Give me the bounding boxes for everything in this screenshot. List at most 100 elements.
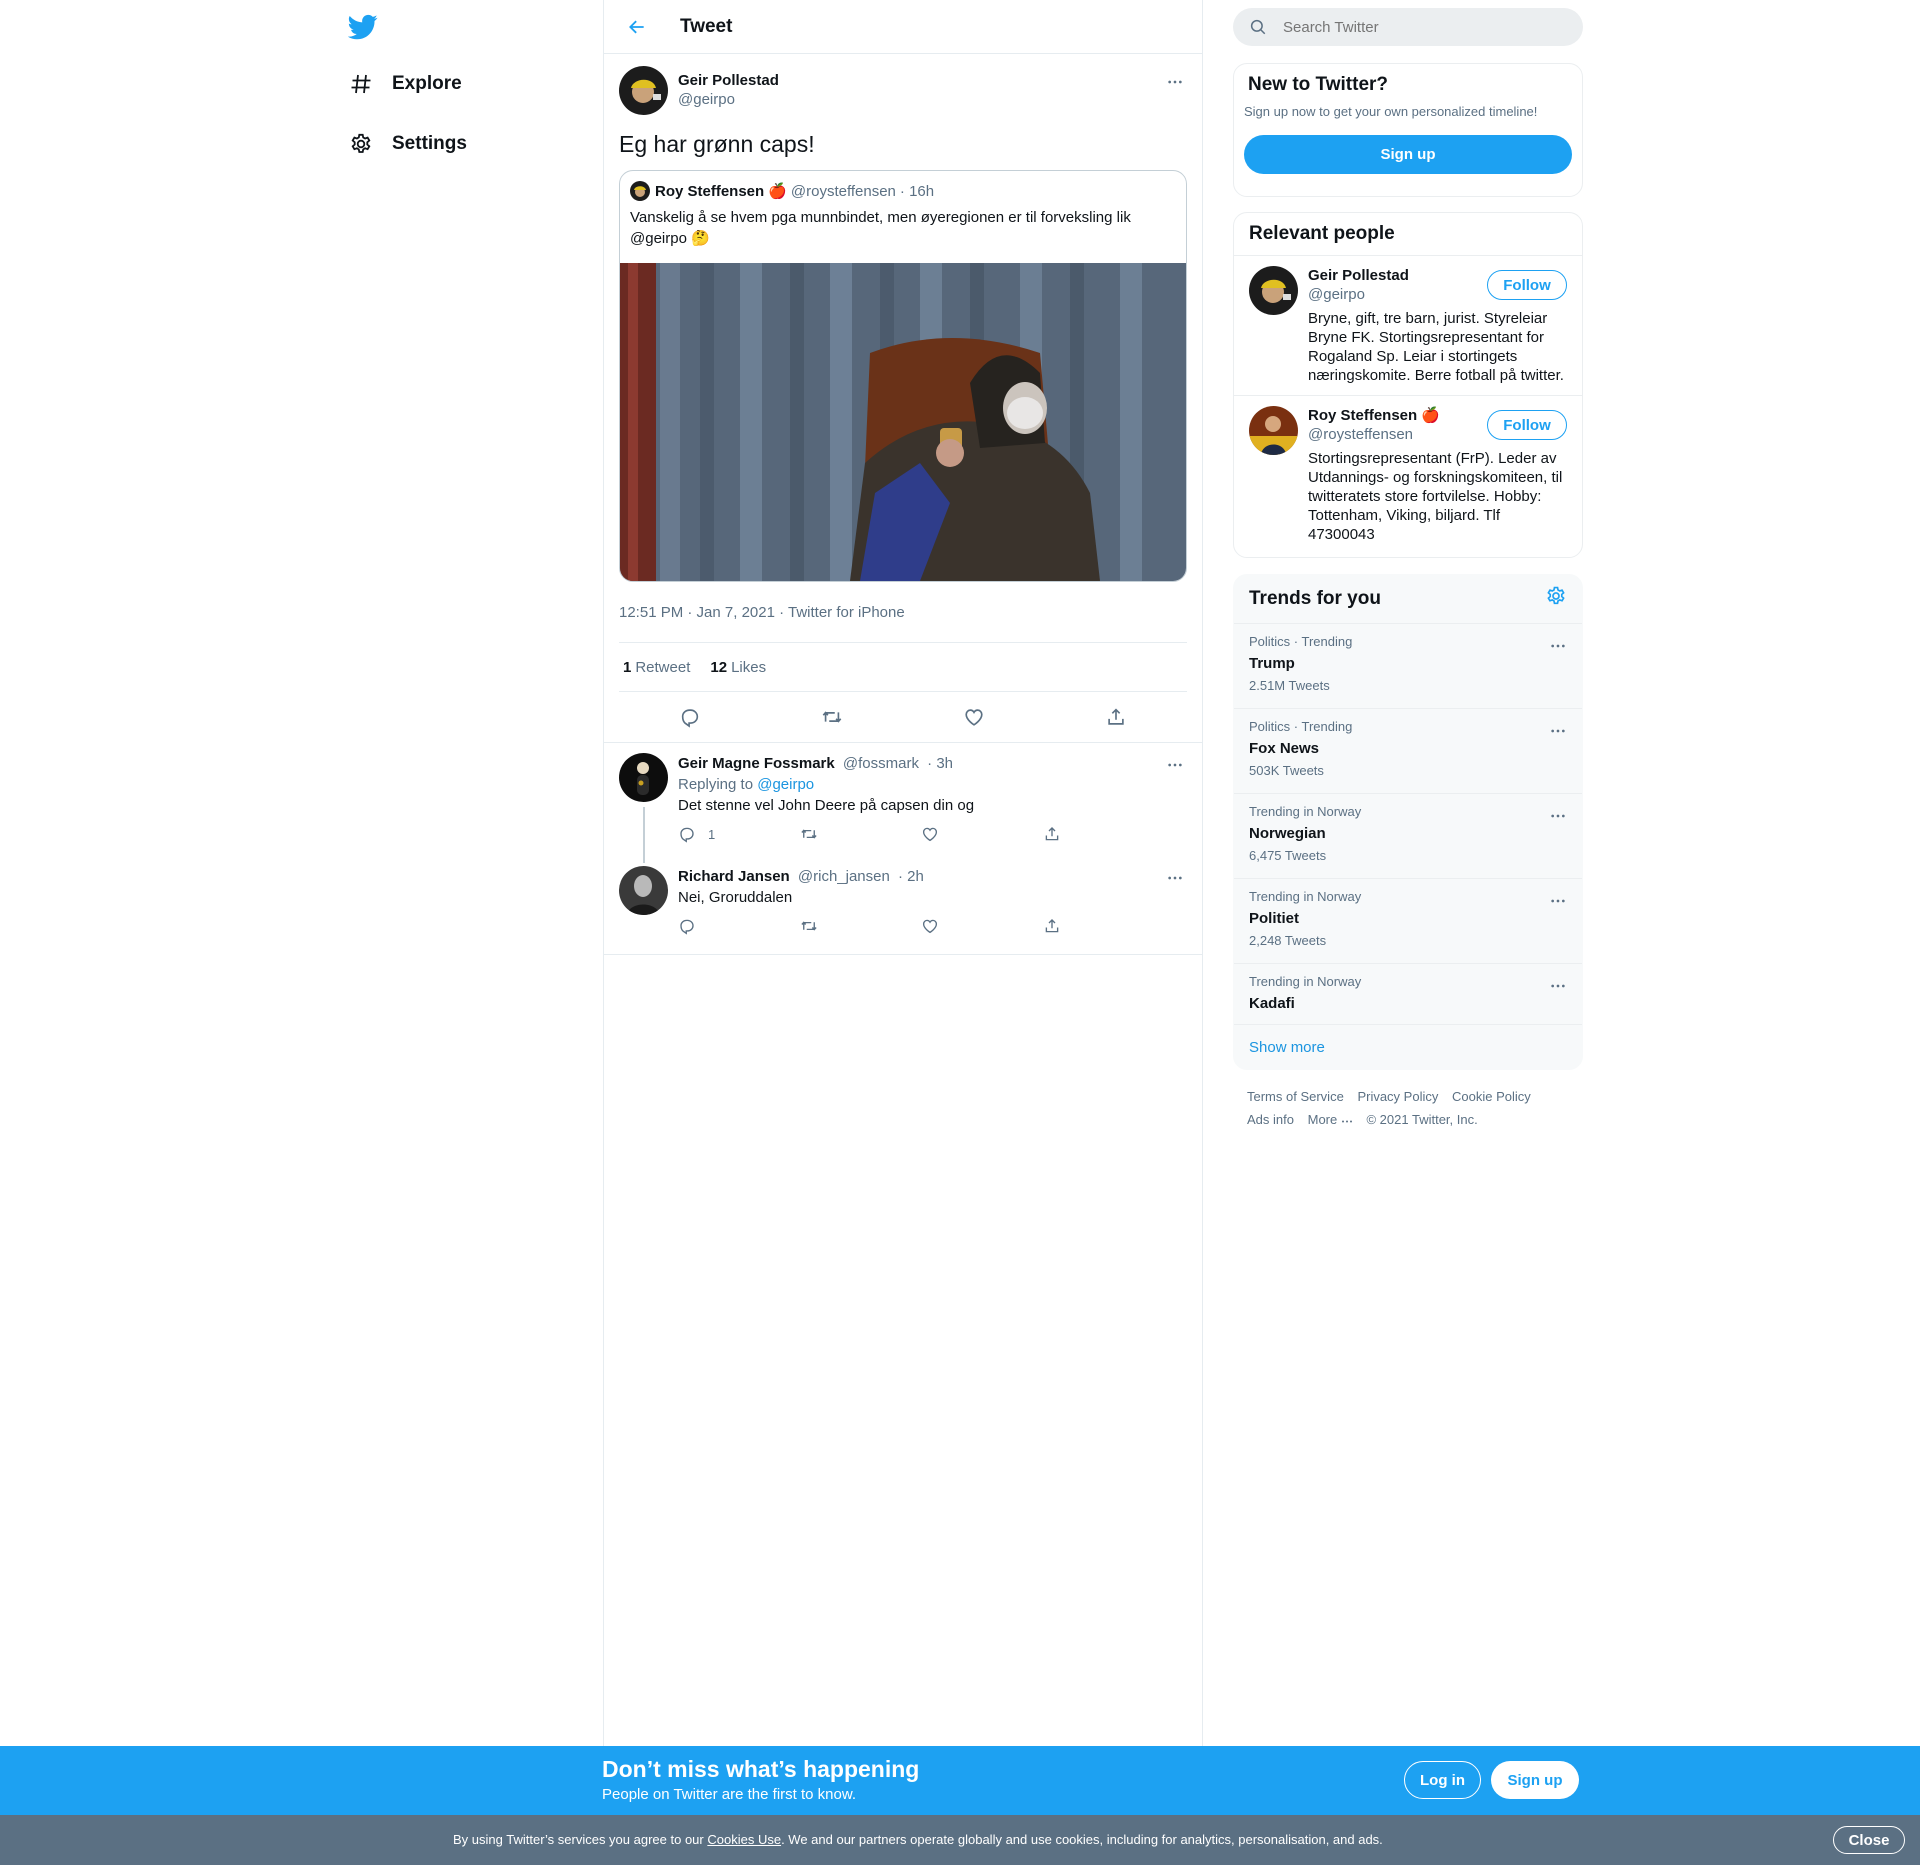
- trend-name: Kadafi: [1249, 995, 1295, 1012]
- retweet-count[interactable]: 1: [623, 659, 631, 676]
- search-bar[interactable]: [1233, 8, 1583, 46]
- share-icon[interactable]: [1099, 700, 1133, 734]
- back-arrow-icon[interactable]: [620, 10, 654, 44]
- trend-item[interactable]: Politics · Trending Trump 2.51M Tweets: [1234, 623, 1582, 708]
- avatar[interactable]: [619, 753, 668, 802]
- apple-emoji: 🍎: [768, 183, 787, 200]
- more-icon[interactable]: [1164, 76, 1186, 88]
- trends-card: Trends for you Politics · Trending Trump…: [1233, 574, 1583, 1070]
- like-label[interactable]: Likes: [731, 659, 766, 676]
- more-icon[interactable]: [1550, 891, 1566, 909]
- gear-icon: [348, 131, 374, 157]
- tweet-timestamp[interactable]: 12:51 PM · Jan 7, 2021 · Twitter for iPh…: [619, 598, 1187, 628]
- ads-info-link[interactable]: Ads info: [1247, 1112, 1294, 1127]
- follow-button[interactable]: Follow: [1487, 270, 1567, 300]
- author-text: Geir Pollestad @geirpo: [678, 71, 779, 109]
- privacy-link[interactable]: Privacy Policy: [1357, 1089, 1438, 1104]
- like-icon[interactable]: [921, 825, 981, 843]
- show-more-link[interactable]: Show more: [1234, 1024, 1582, 1069]
- reply-actions: 1: [678, 816, 1103, 852]
- reply-tweet[interactable]: Geir Magne Fossmark @fossmark · 3h Reply…: [604, 743, 1202, 863]
- author-name: Geir Pollestad: [678, 72, 779, 89]
- trend-count: 2.51M Tweets: [1249, 678, 1330, 693]
- more-icon[interactable]: [1550, 976, 1566, 994]
- reply-time: · 3h: [927, 755, 954, 772]
- retweet-icon[interactable]: [815, 700, 849, 734]
- signup-button[interactable]: Sign up: [1491, 1761, 1579, 1799]
- reply-tweet[interactable]: Richard Jansen @rich_jansen · 2h Nei, Gr…: [604, 852, 1202, 944]
- reply-author-name[interactable]: Richard Jansen: [678, 868, 790, 885]
- more-icon[interactable]: [1550, 721, 1566, 739]
- avatar[interactable]: [619, 65, 668, 115]
- reply-icon[interactable]: [678, 917, 738, 935]
- more-link[interactable]: More: [1308, 1112, 1353, 1127]
- like-count[interactable]: 12: [710, 659, 727, 676]
- close-button[interactable]: Close: [1833, 1826, 1905, 1854]
- signup-card-title: New to Twitter?: [1248, 74, 1389, 95]
- reply-icon[interactable]: 1: [678, 824, 738, 845]
- hashtag-icon: [348, 71, 374, 97]
- person-roy-steffensen[interactable]: Roy Steffensen 🍎 @roysteffensen Storting…: [1234, 395, 1582, 554]
- trend-count: 503K Tweets: [1249, 763, 1324, 778]
- avatar[interactable]: [619, 866, 668, 915]
- reply-author-name[interactable]: Geir Magne Fossmark: [678, 755, 835, 772]
- retweet-icon[interactable]: [800, 825, 860, 843]
- more-icon[interactable]: [1550, 636, 1566, 654]
- more-icon[interactable]: [1550, 806, 1566, 824]
- share-icon[interactable]: [1043, 825, 1103, 843]
- author-handle: @geirpo: [678, 91, 735, 108]
- trend-item[interactable]: Trending in Norway Kadafi: [1234, 963, 1582, 1024]
- person-geir-pollestad[interactable]: Geir Pollestad @geirpo Bryne, gift, tre …: [1234, 255, 1582, 395]
- trend-context: Trending in Norway: [1249, 804, 1362, 819]
- reply-count: 1: [708, 826, 716, 842]
- search-input[interactable]: [1283, 18, 1543, 36]
- cookie-text-after: . We and our partners operate globally a…: [781, 1832, 1383, 1847]
- trend-name: Trump: [1249, 655, 1295, 672]
- like-icon[interactable]: [921, 917, 981, 935]
- person-bio: Bryne, gift, tre barn, jurist. Styreleia…: [1308, 310, 1564, 384]
- avatar: [630, 181, 650, 201]
- twitter-logo-icon[interactable]: [347, 12, 378, 42]
- gear-icon[interactable]: [1545, 585, 1567, 613]
- login-button[interactable]: Log in: [1404, 1761, 1481, 1799]
- trend-item[interactable]: Trending in Norway Norwegian 6,475 Tweet…: [1234, 793, 1582, 878]
- signup-card-subtitle: Sign up now to get your own personalized…: [1244, 104, 1538, 119]
- copyright: © 2021 Twitter, Inc.: [1366, 1112, 1478, 1127]
- promo-subtitle: People on Twitter are the first to know.: [602, 1786, 857, 1803]
- reply-author-handle[interactable]: @rich_jansen: [798, 868, 890, 885]
- more-icon[interactable]: [1164, 759, 1186, 771]
- retweet-label[interactable]: Retweet: [635, 659, 690, 676]
- quoted-author-handle: @roysteffensen: [790, 182, 896, 200]
- trend-item[interactable]: Trending in Norway Politiet 2,248 Tweets: [1234, 878, 1582, 963]
- quoted-tweet-photo[interactable]: [620, 263, 1186, 581]
- share-icon[interactable]: [1043, 917, 1103, 935]
- quoted-tweet[interactable]: Roy Steffensen 🍎 @roysteffensen · 16h Va…: [619, 170, 1187, 582]
- replying-to-mention[interactable]: @geirpo: [757, 776, 814, 793]
- engagement-counts: 1 Retweet 12 Likes: [619, 642, 1187, 692]
- trend-name: Norwegian: [1249, 825, 1326, 842]
- cookies-use-link[interactable]: Cookies Use: [707, 1832, 781, 1847]
- tweet-author[interactable]: Geir Pollestad @geirpo: [619, 64, 1187, 116]
- signup-button[interactable]: Sign up: [1244, 135, 1572, 174]
- reply-author-handle[interactable]: @fossmark: [843, 755, 919, 772]
- reply-time: · 2h: [898, 868, 924, 885]
- like-icon[interactable]: [957, 700, 991, 734]
- column-header: Tweet: [604, 0, 1202, 54]
- follow-button[interactable]: Follow: [1487, 410, 1567, 440]
- more-icon[interactable]: [1164, 872, 1186, 884]
- nav-explore[interactable]: Explore: [348, 64, 462, 104]
- nav-settings[interactable]: Settings: [348, 124, 467, 164]
- retweet-icon[interactable]: [800, 917, 860, 935]
- cookie-bar: By using Twitter’s services you agree to…: [0, 1815, 1920, 1865]
- trend-context: Trending in Norway: [1249, 974, 1362, 989]
- reply-icon[interactable]: [673, 700, 707, 734]
- relevant-people-title: Relevant people: [1249, 223, 1395, 244]
- apple-emoji: 🍎: [1421, 407, 1441, 424]
- relevant-people-card: Relevant people Geir Pollestad @geirpo B…: [1233, 212, 1583, 558]
- avatar[interactable]: [1249, 266, 1298, 315]
- avatar[interactable]: [1249, 406, 1298, 455]
- page-title: Tweet: [680, 15, 733, 37]
- terms-link[interactable]: Terms of Service: [1247, 1089, 1344, 1104]
- trend-item[interactable]: Politics · Trending Fox News 503K Tweets: [1234, 708, 1582, 793]
- cookie-policy-link[interactable]: Cookie Policy: [1452, 1089, 1531, 1104]
